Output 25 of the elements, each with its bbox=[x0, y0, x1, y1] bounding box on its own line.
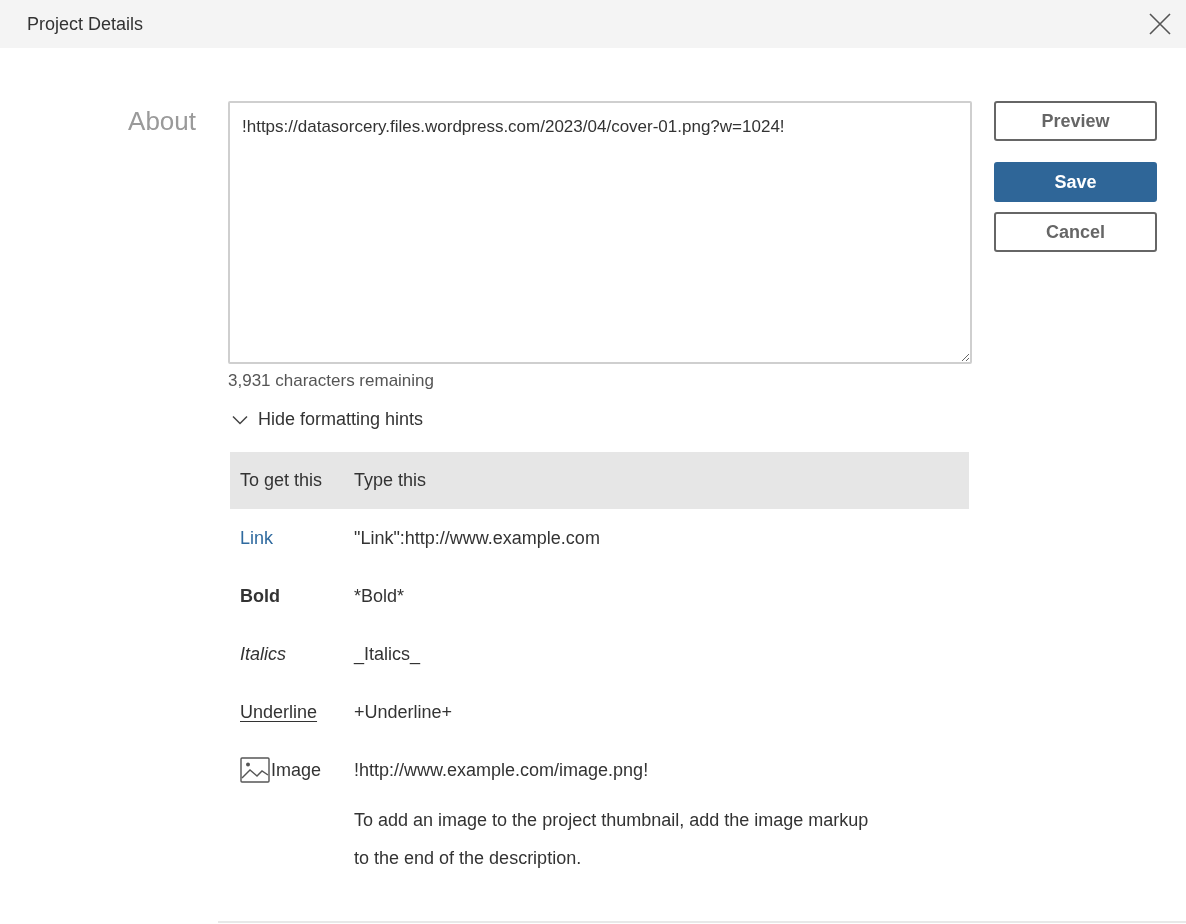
column-header: To get this bbox=[240, 470, 323, 491]
column-header: Type this bbox=[354, 470, 427, 491]
markup-example-text: *Bold* bbox=[354, 585, 405, 607]
markup-example-text: +Underline+ bbox=[354, 701, 453, 723]
dialog-title: Project Details bbox=[27, 13, 144, 35]
about-label: About bbox=[128, 106, 196, 136]
example-result-text: Image bbox=[271, 759, 322, 781]
markup-example-text: "Link":http://www.example.com bbox=[354, 527, 600, 549]
markup-example-text: !http://www.example.com/image.png! bbox=[354, 759, 649, 781]
secondary-button[interactable]: Cancel bbox=[994, 212, 1157, 252]
example-result-text: Italics bbox=[240, 643, 286, 665]
markup-example-text: _Italics_ bbox=[354, 643, 421, 665]
thumbnail-note-text: To add an image to the project thumbnail, add the image markup to the end of the description. bbox=[354, 809, 870, 870]
example-result-text: Bold bbox=[240, 585, 280, 607]
secondary-button[interactable]: Preview bbox=[994, 101, 1157, 141]
close-button[interactable] bbox=[1148, 12, 1172, 36]
chevron-icon bbox=[232, 414, 248, 425]
link-example-text: Link bbox=[240, 527, 274, 549]
example-result-text: Underline bbox=[240, 701, 318, 723]
close-icon bbox=[1148, 12, 1172, 36]
characters-remaining-text: 3,931 characters remaining bbox=[228, 371, 434, 391]
primary-button[interactable]: Save bbox=[994, 162, 1157, 202]
image-icon bbox=[240, 757, 270, 783]
formatting-hints-toggle[interactable]: Hide formatting hints bbox=[228, 409, 424, 430]
about-field[interactable]: !https://datasorcery.files.wordpress.com/2023/04/cover-01.png?w=1024! bbox=[228, 101, 972, 364]
